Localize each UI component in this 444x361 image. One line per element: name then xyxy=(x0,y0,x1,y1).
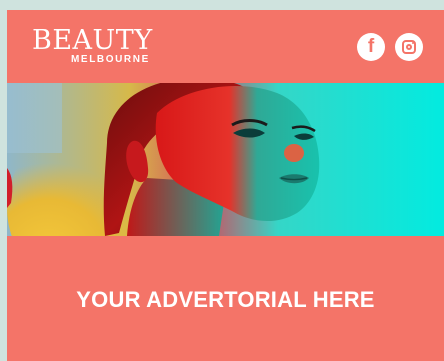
advertorial-banner: YOUR ADVERTORIAL HERE xyxy=(7,236,444,361)
header-bar: BEAUTY MELBOURNE f xyxy=(7,10,444,83)
facebook-icon: f xyxy=(367,36,375,57)
hero-portrait-illustration xyxy=(7,83,444,236)
instagram-button[interactable] xyxy=(395,33,423,61)
logo-wordmark: BEAUTY xyxy=(32,25,153,56)
advertorial-headline: YOUR ADVERTORIAL HERE xyxy=(76,287,375,312)
hero-image xyxy=(7,83,444,236)
email-card: BEAUTY MELBOURNE f YOUR ADVERTORIAL HERE xyxy=(7,10,444,361)
beauty-melbourne-logo[interactable]: BEAUTY MELBOURNE xyxy=(32,27,153,66)
logo-subtitle: MELBOURNE xyxy=(71,54,150,65)
facebook-button[interactable]: f xyxy=(357,33,385,61)
instagram-icon xyxy=(402,40,416,54)
